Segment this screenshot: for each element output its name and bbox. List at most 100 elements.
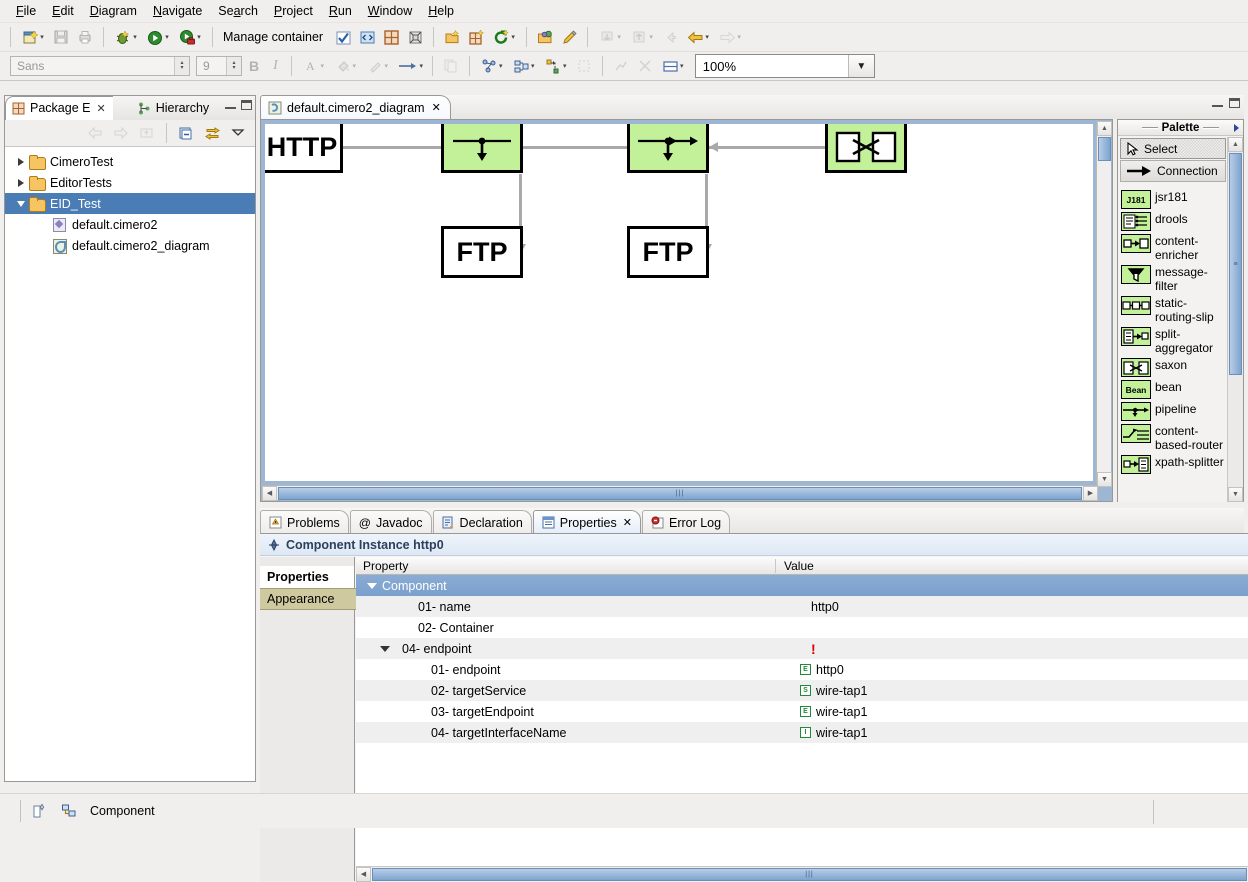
chevron-down-icon[interactable]: ▾ <box>511 33 515 41</box>
tree-item-default-cimero2[interactable]: default.cimero2 <box>5 214 255 235</box>
menu-diagram[interactable]: Diagram <box>82 2 145 20</box>
scroll-right-arrow-icon[interactable]: ▶ <box>1083 485 1098 501</box>
expander-icon[interactable] <box>13 157 29 166</box>
property-value-cell[interactable]: S wire-tap1 <box>776 684 1248 698</box>
menu-run[interactable]: Run <box>321 2 360 20</box>
canvas-vertical-scrollbar[interactable]: ▲ ▼ <box>1096 121 1112 487</box>
menu-search[interactable]: Search <box>210 2 266 20</box>
minimize-icon[interactable] <box>1212 98 1223 107</box>
save-button[interactable] <box>49 26 73 48</box>
table-row[interactable]: 03- targetEndpoint E wire-tap1 <box>356 701 1248 722</box>
side-tab-properties[interactable]: Properties <box>260 566 354 588</box>
scroll-up-arrow-icon[interactable]: ▲ <box>1228 137 1243 152</box>
close-icon[interactable]: ✕ <box>432 101 441 114</box>
open-resource-button[interactable] <box>533 26 557 48</box>
distribute-button[interactable]: ▾ <box>540 55 572 77</box>
fill-color-button[interactable]: ▾ <box>330 55 362 77</box>
table-row[interactable]: 02- Container <box>356 617 1248 638</box>
tree-item-eid-test[interactable]: EID_Test <box>5 193 255 214</box>
tab-properties[interactable]: Properties ✕ <box>532 510 641 534</box>
italic-button[interactable]: I <box>266 58 285 74</box>
palette-entry-static-routing-slip[interactable]: static-routing-slip <box>1118 294 1228 325</box>
palette-tool-connection[interactable]: Connection <box>1120 160 1226 182</box>
tree-item-default-cimero2-diagram[interactable]: default.cimero2_diagram <box>5 235 255 256</box>
expander-icon[interactable] <box>13 200 29 207</box>
table-row[interactable]: 04- targetInterfaceName I wire-tap1 <box>356 722 1248 743</box>
scroll-left-arrow-icon[interactable]: ◀ <box>356 866 371 882</box>
palette-entry-pipeline[interactable]: pipeline <box>1118 400 1228 422</box>
refresh-new-button[interactable]: ▾ <box>488 26 520 48</box>
scroll-down-arrow-icon[interactable]: ▼ <box>1228 487 1243 502</box>
validate-checkbox-button[interactable] <box>331 26 355 48</box>
property-value[interactable]: http0 <box>776 600 1248 614</box>
deploy-button[interactable] <box>403 26 427 48</box>
menu-navigate[interactable]: Navigate <box>145 2 210 20</box>
font-family-spinner[interactable]: ▴ ▾ <box>174 57 189 75</box>
maximize-icon[interactable] <box>241 100 252 110</box>
palette-entry-message-filter[interactable]: message-filter <box>1118 263 1228 294</box>
close-icon[interactable]: ✕ <box>96 102 105 115</box>
chevron-down-icon[interactable]: ▾ <box>165 33 169 41</box>
align-nodes-button[interactable]: ▾ <box>476 55 508 77</box>
menu-help[interactable]: Help <box>420 2 462 20</box>
bold-button[interactable]: B <box>242 58 266 74</box>
property-value-cell[interactable]: E http0 <box>776 663 1248 677</box>
menu-window[interactable]: Window <box>360 2 420 20</box>
maximize-icon[interactable] <box>1229 98 1240 108</box>
diagram-node-wire-tap0[interactable] <box>441 124 523 173</box>
close-icon[interactable]: ✕ <box>623 516 632 529</box>
chevron-down-icon[interactable]: ▾ <box>133 33 137 41</box>
table-row[interactable]: 01- name http0 <box>356 596 1248 617</box>
expander-icon[interactable] <box>367 582 377 589</box>
property-value-cell[interactable]: I wire-tap1 <box>776 726 1248 740</box>
property-value-cell[interactable]: E wire-tap1 <box>776 705 1248 719</box>
table-row[interactable]: 01- endpoint E http0 <box>356 659 1248 680</box>
font-size-combo[interactable]: 9 ▴ ▾ <box>196 56 242 76</box>
diagram-node-http0[interactable]: HTTP <box>265 124 343 173</box>
scroll-thumb[interactable]: ≡ <box>1229 153 1242 375</box>
scroll-thumb[interactable]: ||| <box>278 486 1082 500</box>
menu-edit[interactable]: Edit <box>44 2 82 20</box>
palette-entry-content-based-router[interactable]: content-based-router <box>1118 422 1228 453</box>
source-code-button[interactable] <box>355 26 379 48</box>
palette-entry-xpath-splitter[interactable]: xpath-splitter <box>1118 453 1228 475</box>
table-row[interactable]: 04- endpoint ! <box>356 638 1248 659</box>
tree-item-editortests[interactable]: EditorTests <box>5 172 255 193</box>
line-style-button[interactable]: ▾ <box>394 55 426 77</box>
chevron-down-icon[interactable]: ▾ <box>531 62 535 70</box>
debug-button[interactable]: ▾ <box>110 26 142 48</box>
diagram-node-ftp1[interactable]: FTP <box>627 226 709 278</box>
menu-project[interactable]: Project <box>266 2 321 20</box>
tab-problems[interactable]: Problems <box>260 510 349 534</box>
pencil-button[interactable] <box>557 26 581 48</box>
scroll-up-arrow-icon[interactable]: ▲ <box>1097 121 1112 136</box>
scroll-left-arrow-icon[interactable]: ◀ <box>262 485 277 501</box>
minimize-icon[interactable] <box>225 100 236 109</box>
grid-button[interactable] <box>379 26 403 48</box>
expander-icon[interactable] <box>380 645 390 652</box>
tab-hierarchy[interactable]: Hierarchy <box>131 96 217 120</box>
diagram-node-wire-tap1[interactable] <box>627 124 709 173</box>
table-row[interactable]: 02- targetService S wire-tap1 <box>356 680 1248 701</box>
scroll-thumb[interactable]: ||| <box>372 867 1247 881</box>
tree-item-cimerotest[interactable]: CimeroTest <box>5 151 255 172</box>
chevron-down-icon[interactable]: ▾ <box>420 62 424 70</box>
palette-entry-saxon[interactable]: saxon <box>1118 356 1228 378</box>
scroll-down-arrow-icon[interactable]: ▼ <box>1097 472 1112 487</box>
chevron-down-icon[interactable]: ▾ <box>680 62 684 70</box>
font-color-button[interactable]: A ▾ <box>298 55 330 77</box>
collapse-all-icon[interactable] <box>175 123 197 143</box>
link-with-editor-icon[interactable] <box>201 123 223 143</box>
palette-tool-select[interactable]: Select <box>1120 138 1226 159</box>
new-wizard-button[interactable]: ▾ <box>17 26 49 48</box>
property-value-cell[interactable]: ! <box>776 641 1248 657</box>
chevron-down-icon[interactable]: ▾ <box>563 62 567 70</box>
view-menu-icon[interactable] <box>227 123 249 143</box>
font-size-spinner[interactable]: ▴ ▾ <box>226 57 241 75</box>
diagram-node-saxon0[interactable] <box>825 124 907 173</box>
diagram-node-ftp0[interactable]: FTP <box>441 226 523 278</box>
run-external-button[interactable]: ▾ <box>174 26 206 48</box>
open-folder-new-button[interactable] <box>440 26 464 48</box>
column-header-property[interactable]: Property <box>356 558 776 573</box>
tab-declaration[interactable]: Declaration <box>432 510 532 534</box>
